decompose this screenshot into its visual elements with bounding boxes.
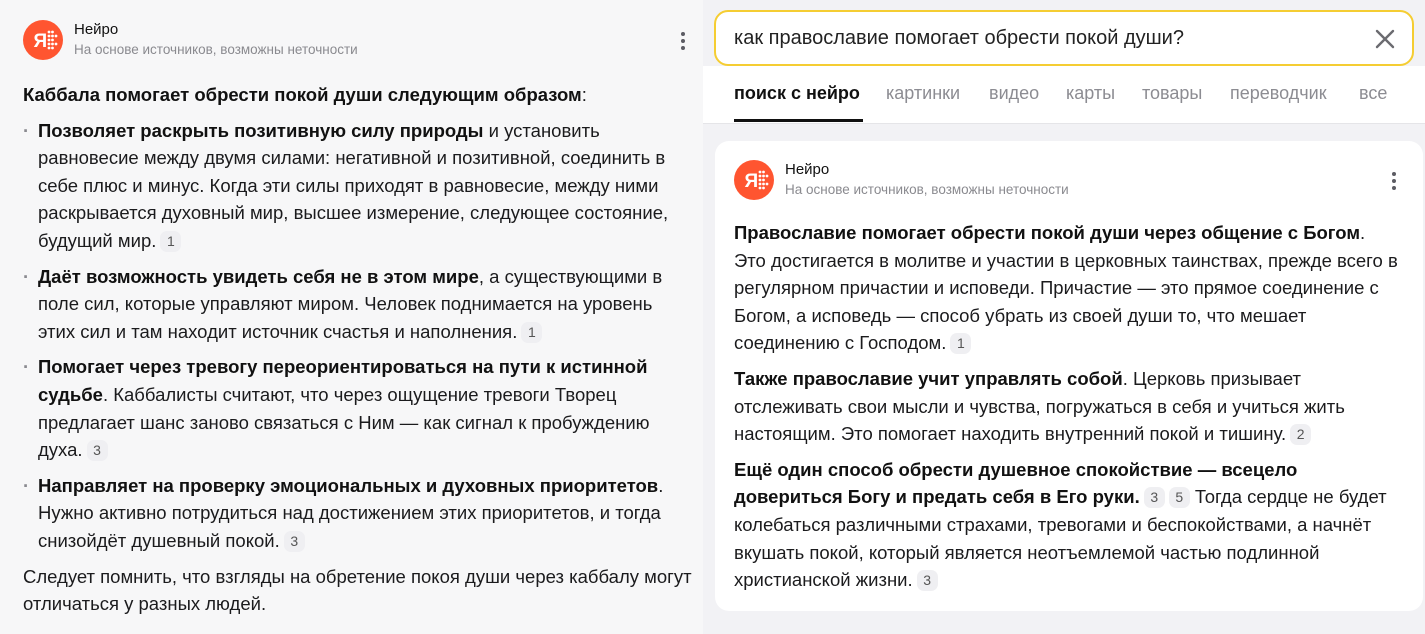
neuro-title: Нейро [785,161,830,178]
answer-paragraph: Ещё один способ обрести душевное спокойс… [734,458,1387,592]
neuro-header: Я Нейро На основе источников, возможны н… [23,20,358,60]
source-ref-badge[interactable]: 3 [916,570,938,592]
source-ref-badge[interactable]: 3 [283,530,305,552]
answer-paragraph: Православие помогает обрести покой души … [734,222,1398,355]
tab-search-neuro[interactable]: поиск с нейро [734,83,860,104]
list-item: Даёт возможность увидеть себя не в этом … [23,263,693,346]
neuro-subtitle: На основе источников, возможны неточност… [74,42,358,57]
source-ref-badge[interactable]: 3 [86,440,108,462]
tab-images[interactable]: картинки [886,83,960,104]
source-ref-badge[interactable]: 3 [1143,487,1165,509]
answer-paragraph: Также православие учит управлять собой. … [734,367,1345,446]
tab-maps[interactable]: карты [1066,83,1115,104]
source-ref-badge[interactable]: 1 [950,333,972,355]
answer-outro: Следует помнить, что взгляды на обретени… [23,565,692,615]
neuro-logo-icon: Я [23,20,63,60]
tab-video[interactable]: видео [989,83,1039,104]
left-answer-text: Каббала помогает обрести покой души след… [23,81,693,618]
neuro-header: Я Нейро На основе источников, возможны н… [734,160,1069,200]
neuro-subtitle: На основе источников, возможны неточност… [785,182,1069,197]
right-search-panel: поиск с нейро картинки видео карты товар… [703,0,1425,634]
svg-text:Я: Я [34,31,48,52]
list-item: Позволяет раскрыть позитивную силу приро… [23,117,693,255]
source-ref-badge[interactable]: 1 [521,321,543,343]
search-tabs: поиск с нейро картинки видео карты товар… [703,66,1425,124]
search-bar [714,10,1414,66]
neuro-logo-icon: Я [734,160,774,200]
more-options-icon[interactable] [673,30,693,54]
right-answer-text: Православие помогает обрести покой души … [734,219,1399,594]
list-item: Направляет на проверку эмоциональных и д… [23,472,693,555]
neuro-title: Нейро [74,21,119,38]
tab-translator[interactable]: переводчик [1230,83,1327,104]
right-neuro-card: Я Нейро На основе источников, возможны н… [715,141,1423,611]
tab-products[interactable]: товары [1142,83,1202,104]
left-neuro-card: Я Нейро На основе источников, возможны н… [0,0,703,634]
search-input[interactable] [734,23,1354,53]
answer-intro: Каббала помогает обрести покой души след… [23,84,587,105]
left-answer-panel: Я Нейро На основе источников, возможны н… [0,0,703,634]
answer-bullet-list: Позволяет раскрыть позитивную силу приро… [23,117,693,555]
active-tab-indicator [734,119,863,122]
clear-search-icon[interactable] [1372,26,1398,52]
tab-all[interactable]: все [1359,83,1387,104]
source-ref-badge[interactable]: 1 [160,230,182,252]
source-ref-badge[interactable]: 5 [1168,487,1190,509]
more-options-icon[interactable] [1384,170,1404,194]
svg-text:Я: Я [745,171,759,192]
list-item: Помогает через тревогу переориентировать… [23,353,693,463]
source-ref-badge[interactable]: 2 [1290,424,1312,446]
